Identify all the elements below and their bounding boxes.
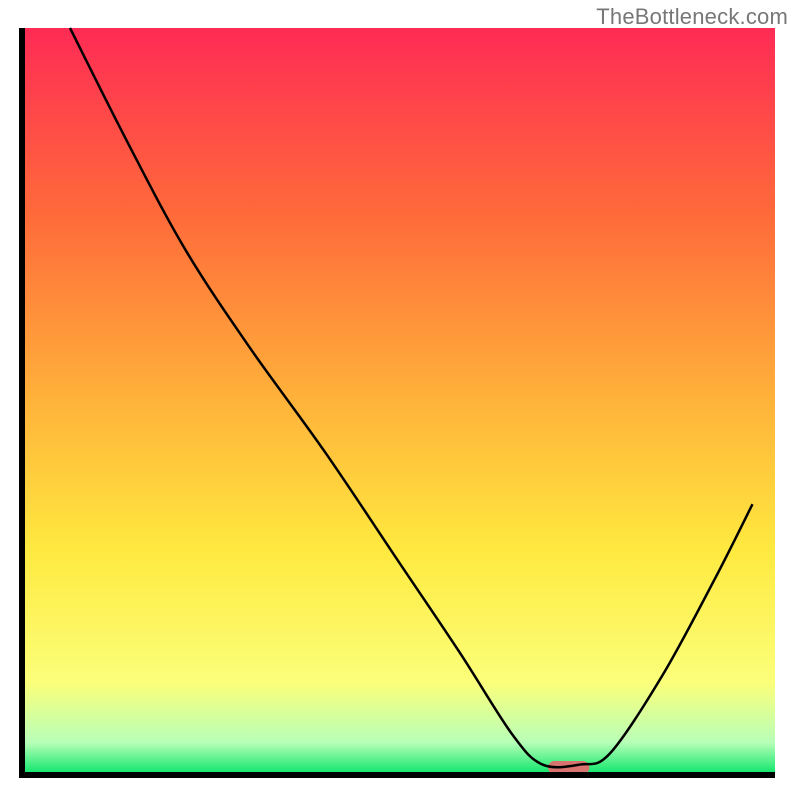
x-axis — [19, 772, 775, 778]
y-axis — [19, 28, 25, 778]
watermark-text: TheBottleneck.com — [596, 4, 788, 30]
gradient-background — [25, 28, 775, 772]
chart-canvas — [0, 0, 800, 800]
bottleneck-chart: TheBottleneck.com — [0, 0, 800, 800]
